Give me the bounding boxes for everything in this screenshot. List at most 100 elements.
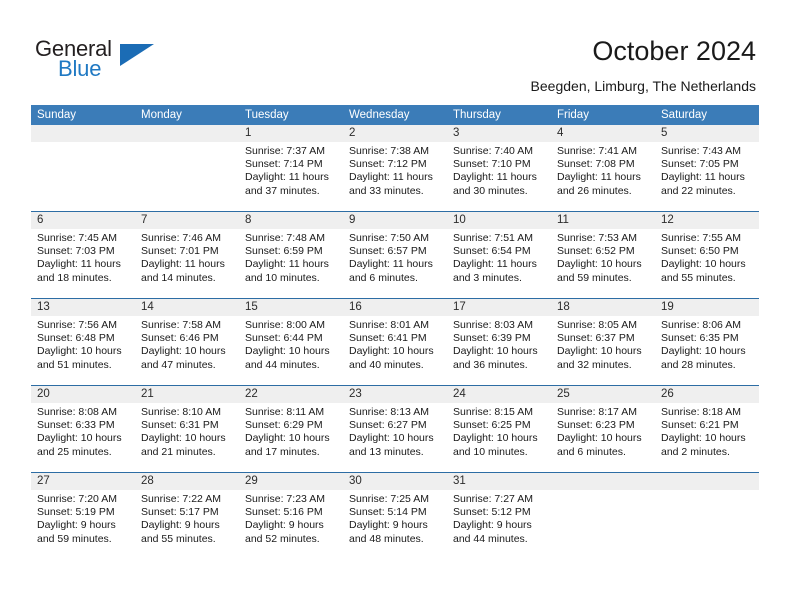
- daylight-text: Daylight: 10 hours and 55 minutes.: [661, 258, 746, 284]
- day-details: Sunrise: 7:46 AM Sunset: 7:01 PM Daylight:…: [135, 229, 239, 285]
- sunrise-text: Sunrise: 7:58 AM: [141, 319, 221, 331]
- day-details: Sunrise: 7:50 AM Sunset: 6:57 PM Daylight:…: [343, 229, 447, 285]
- calendar-cell: 15 Sunrise: 8:00 AM Sunset: 6:44 PM Dayligh…: [239, 298, 343, 386]
- daylight-text: Daylight: 11 hours and 10 minutes.: [245, 258, 329, 284]
- day-details: Sunrise: 8:05 AM Sunset: 6:37 PM Daylight:…: [551, 316, 655, 372]
- day-details: Sunrise: 7:45 AM Sunset: 7:03 PM Daylight:…: [31, 229, 135, 285]
- day-number: [31, 125, 135, 142]
- day-details: Sunrise: 7:23 AM Sunset: 5:16 PM Daylight:…: [239, 490, 343, 546]
- day-cell[interactable]: 30 Sunrise: 7:25 AM Sunset: 5:14 PM Dayligh…: [343, 473, 447, 559]
- sunset-text: Sunset: 6:37 PM: [557, 332, 635, 345]
- daylight-text: Daylight: 10 hours and 2 minutes.: [661, 432, 746, 458]
- day-details: Sunrise: 7:25 AM Sunset: 5:14 PM Daylight:…: [343, 490, 447, 546]
- day-cell[interactable]: 13 Sunrise: 7:56 AM Sunset: 6:48 PM Dayligh…: [31, 299, 135, 385]
- day-cell[interactable]: 2 Sunrise: 7:38 AM Sunset: 7:12 PM Daylight…: [343, 125, 447, 211]
- daylight-text: Daylight: 10 hours and 59 minutes.: [557, 258, 642, 284]
- daylight-text: Daylight: 10 hours and 36 minutes.: [453, 345, 538, 371]
- day-cell[interactable]: 19 Sunrise: 8:06 AM Sunset: 6:35 PM Dayligh…: [655, 299, 759, 385]
- day-cell[interactable]: 20 Sunrise: 8:08 AM Sunset: 6:33 PM Dayligh…: [31, 386, 135, 472]
- day-cell[interactable]: 10 Sunrise: 7:51 AM Sunset: 6:54 PM Dayligh…: [447, 212, 551, 298]
- day-cell[interactable]: 3 Sunrise: 7:40 AM Sunset: 7:10 PM Daylight…: [447, 125, 551, 211]
- day-details: Sunrise: 7:40 AM Sunset: 7:10 PM Daylight:…: [447, 142, 551, 198]
- day-number: 14: [135, 299, 239, 316]
- day-details: Sunrise: 7:27 AM Sunset: 5:12 PM Daylight:…: [447, 490, 551, 546]
- day-details: Sunrise: 8:15 AM Sunset: 6:25 PM Daylight:…: [447, 403, 551, 459]
- daylight-text: Daylight: 10 hours and 51 minutes.: [37, 345, 122, 371]
- day-details: Sunrise: 7:51 AM Sunset: 6:54 PM Daylight:…: [447, 229, 551, 285]
- sunrise-text: Sunrise: 7:43 AM: [661, 145, 741, 157]
- weekday-header-thursday: Thursday: [447, 105, 551, 125]
- day-cell[interactable]: 21 Sunrise: 8:10 AM Sunset: 6:31 PM Dayligh…: [135, 386, 239, 472]
- day-cell[interactable]: 27 Sunrise: 7:20 AM Sunset: 5:19 PM Dayligh…: [31, 473, 135, 559]
- day-number: 25: [551, 386, 655, 403]
- daylight-text: Daylight: 9 hours and 44 minutes.: [453, 519, 532, 545]
- day-cell[interactable]: 9 Sunrise: 7:50 AM Sunset: 6:57 PM Daylight…: [343, 212, 447, 298]
- sunrise-text: Sunrise: 7:38 AM: [349, 145, 429, 157]
- day-cell[interactable]: 16 Sunrise: 8:01 AM Sunset: 6:41 PM Dayligh…: [343, 299, 447, 385]
- day-cell[interactable]: 6 Sunrise: 7:45 AM Sunset: 7:03 PM Daylight…: [31, 212, 135, 298]
- day-number: 18: [551, 299, 655, 316]
- day-cell[interactable]: 14 Sunrise: 7:58 AM Sunset: 6:46 PM Dayligh…: [135, 299, 239, 385]
- day-cell[interactable]: 26 Sunrise: 8:18 AM Sunset: 6:21 PM Dayligh…: [655, 386, 759, 472]
- sunrise-text: Sunrise: 7:55 AM: [661, 232, 741, 244]
- day-cell[interactable]: 12 Sunrise: 7:55 AM Sunset: 6:50 PM Dayligh…: [655, 212, 759, 298]
- day-cell[interactable]: 15 Sunrise: 8:00 AM Sunset: 6:44 PM Dayligh…: [239, 299, 343, 385]
- day-number: 5: [655, 125, 759, 142]
- page-header: General Blue October 2024 Beegden, Limbu…: [0, 0, 792, 100]
- day-number: 6: [31, 212, 135, 229]
- day-number: [135, 125, 239, 142]
- day-cell[interactable]: 28 Sunrise: 7:22 AM Sunset: 5:17 PM Dayligh…: [135, 473, 239, 559]
- day-cell[interactable]: 7 Sunrise: 7:46 AM Sunset: 7:01 PM Daylight…: [135, 212, 239, 298]
- day-cell[interactable]: 18 Sunrise: 8:05 AM Sunset: 6:37 PM Dayligh…: [551, 299, 655, 385]
- daylight-text: Daylight: 9 hours and 48 minutes.: [349, 519, 428, 545]
- sunset-text: Sunset: 6:35 PM: [661, 332, 739, 345]
- day-cell[interactable]: 5 Sunrise: 7:43 AM Sunset: 7:05 PM Daylight…: [655, 125, 759, 211]
- daylight-text: Daylight: 11 hours and 26 minutes.: [557, 171, 641, 197]
- day-cell[interactable]: 31 Sunrise: 7:27 AM Sunset: 5:12 PM Dayligh…: [447, 473, 551, 559]
- day-details: Sunrise: 8:10 AM Sunset: 6:31 PM Daylight:…: [135, 403, 239, 459]
- day-cell[interactable]: 24 Sunrise: 8:15 AM Sunset: 6:25 PM Dayligh…: [447, 386, 551, 472]
- sunset-text: Sunset: 6:27 PM: [349, 419, 427, 432]
- logo-text-blue: Blue: [58, 56, 102, 81]
- day-cell-empty: [31, 125, 135, 211]
- daylight-text: Daylight: 11 hours and 14 minutes.: [141, 258, 225, 284]
- calendar-cell: 6 Sunrise: 7:45 AM Sunset: 7:03 PM Daylight…: [31, 211, 135, 299]
- day-cell[interactable]: 25 Sunrise: 8:17 AM Sunset: 6:23 PM Dayligh…: [551, 386, 655, 472]
- calendar-cell: 12 Sunrise: 7:55 AM Sunset: 6:50 PM Dayligh…: [655, 211, 759, 299]
- day-number: 29: [239, 473, 343, 490]
- sunset-text: Sunset: 6:54 PM: [453, 245, 531, 258]
- day-number: 26: [655, 386, 759, 403]
- sunrise-text: Sunrise: 7:50 AM: [349, 232, 429, 244]
- sunset-text: Sunset: 6:57 PM: [349, 245, 427, 258]
- day-cell[interactable]: 23 Sunrise: 8:13 AM Sunset: 6:27 PM Dayligh…: [343, 386, 447, 472]
- daylight-text: Daylight: 11 hours and 33 minutes.: [349, 171, 433, 197]
- daylight-text: Daylight: 10 hours and 40 minutes.: [349, 345, 434, 371]
- day-cell[interactable]: 1 Sunrise: 7:37 AM Sunset: 7:14 PM Daylight…: [239, 125, 343, 211]
- sunrise-text: Sunrise: 8:05 AM: [557, 319, 637, 331]
- day-cell[interactable]: 29 Sunrise: 7:23 AM Sunset: 5:16 PM Dayligh…: [239, 473, 343, 559]
- day-cell[interactable]: 11 Sunrise: 7:53 AM Sunset: 6:52 PM Dayligh…: [551, 212, 655, 298]
- calendar-cell: 27 Sunrise: 7:20 AM Sunset: 5:19 PM Dayligh…: [31, 472, 135, 559]
- weekday-header-saturday: Saturday: [655, 105, 759, 125]
- general-blue-logo[interactable]: General Blue: [35, 36, 175, 86]
- calendar-cell: 13 Sunrise: 7:56 AM Sunset: 6:48 PM Dayligh…: [31, 298, 135, 386]
- day-details: Sunrise: 8:01 AM Sunset: 6:41 PM Daylight:…: [343, 316, 447, 372]
- calendar-week-row: 6 Sunrise: 7:45 AM Sunset: 7:03 PM Daylight…: [31, 211, 759, 299]
- calendar-cell: [551, 472, 655, 559]
- day-cell[interactable]: 22 Sunrise: 8:11 AM Sunset: 6:29 PM Dayligh…: [239, 386, 343, 472]
- daylight-text: Daylight: 10 hours and 44 minutes.: [245, 345, 330, 371]
- day-number: 3: [447, 125, 551, 142]
- day-cell-empty: [655, 473, 759, 559]
- sunset-text: Sunset: 5:14 PM: [349, 506, 427, 519]
- daylight-text: Daylight: 11 hours and 3 minutes.: [453, 258, 537, 284]
- sunrise-text: Sunrise: 8:17 AM: [557, 406, 637, 418]
- sunset-text: Sunset: 6:50 PM: [661, 245, 739, 258]
- day-cell[interactable]: 17 Sunrise: 8:03 AM Sunset: 6:39 PM Dayligh…: [447, 299, 551, 385]
- sunrise-text: Sunrise: 7:45 AM: [37, 232, 117, 244]
- sunrise-text: Sunrise: 8:15 AM: [453, 406, 533, 418]
- day-number: 8: [239, 212, 343, 229]
- day-cell[interactable]: 8 Sunrise: 7:48 AM Sunset: 6:59 PM Daylight…: [239, 212, 343, 298]
- day-cell[interactable]: 4 Sunrise: 7:41 AM Sunset: 7:08 PM Daylight…: [551, 125, 655, 211]
- daylight-text: Daylight: 9 hours and 52 minutes.: [245, 519, 324, 545]
- sunset-text: Sunset: 6:48 PM: [37, 332, 115, 345]
